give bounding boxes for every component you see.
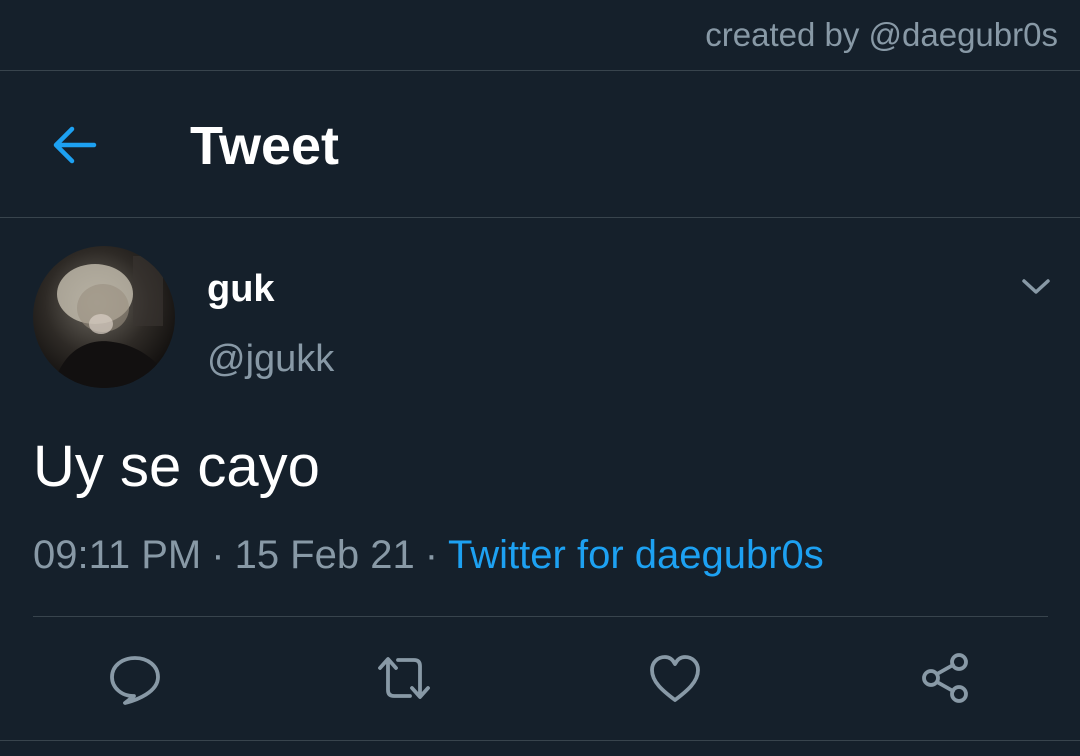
user-handle[interactable]: @jgukk — [207, 338, 334, 381]
heart-icon — [650, 655, 700, 702]
tweet-detail-screen: created by @daegubr0s Tweet guk @jgukk U… — [0, 0, 1080, 756]
tweet-time: 09:11 PM — [33, 533, 202, 577]
retweet-icon — [378, 657, 430, 699]
top-app-bar: Tweet — [0, 71, 1080, 218]
reply-icon — [110, 656, 160, 705]
share-icon — [922, 653, 968, 703]
divider — [0, 740, 1080, 741]
tweet-source-link[interactable]: Twitter for daegubr0s — [448, 533, 824, 577]
retweet-button[interactable] — [376, 650, 432, 706]
avatar[interactable] — [33, 246, 175, 388]
meta-separator: · — [211, 533, 225, 577]
credit-bar: created by @daegubr0s — [0, 0, 1080, 71]
meta-separator: · — [424, 533, 439, 577]
arrow-left-icon — [53, 126, 97, 164]
back-button[interactable] — [46, 117, 102, 173]
share-button[interactable] — [917, 650, 973, 706]
divider — [33, 616, 1048, 617]
tweet-date: 15 Feb 21 — [234, 533, 415, 577]
tweet-meta: 09:11 PM · 15 Feb 21 · Twitter for daegubr0s — [33, 533, 824, 578]
chevron-down-icon — [1022, 279, 1050, 294]
credit-text: created by @daegubr0s — [705, 16, 1058, 53]
display-name[interactable]: guk — [207, 268, 275, 311]
user-avatar-photo — [53, 256, 175, 388]
tweet-text: Uy se cayo — [33, 434, 320, 499]
like-button[interactable] — [647, 650, 703, 706]
reply-button[interactable] — [107, 650, 163, 706]
page-title: Tweet — [190, 116, 340, 176]
more-options-button[interactable] — [1016, 270, 1056, 302]
